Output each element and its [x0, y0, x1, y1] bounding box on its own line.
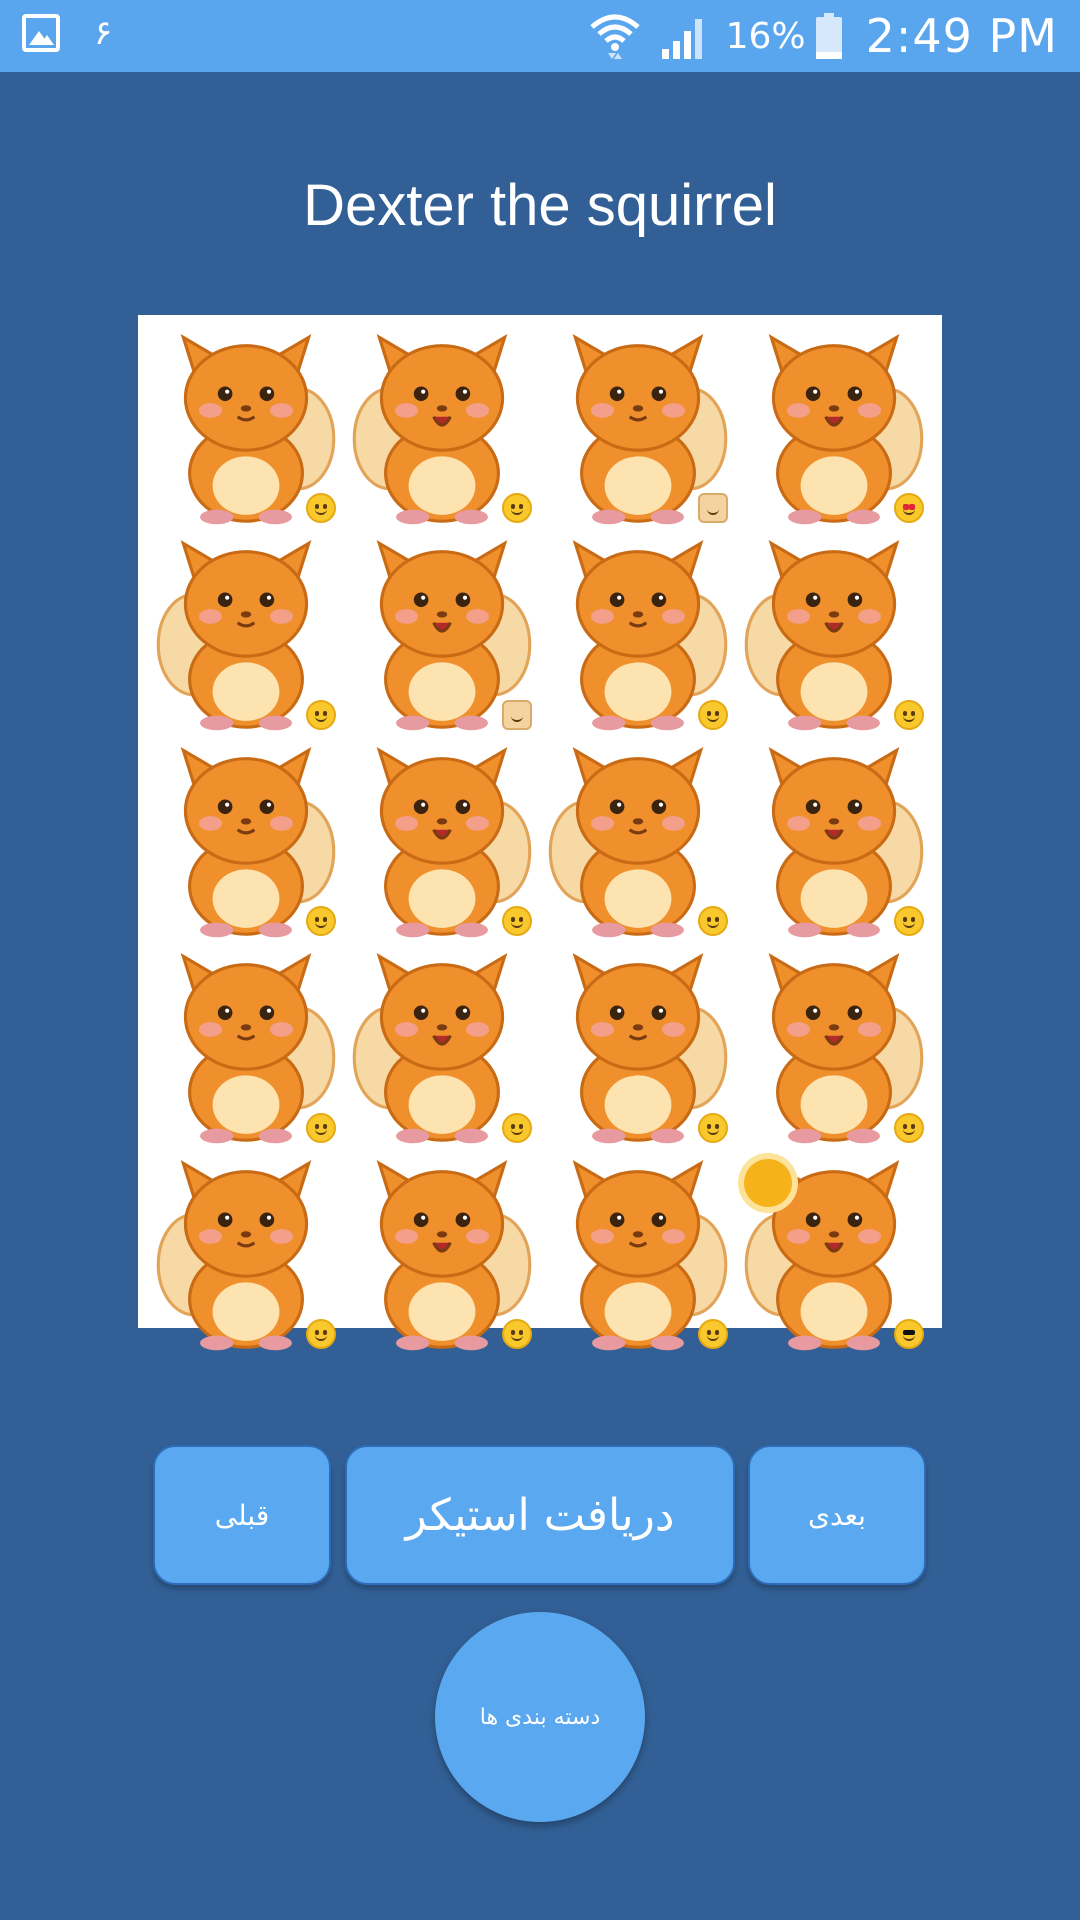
- relieved-emoji-icon: [894, 699, 924, 730]
- sticker-item: [544, 535, 732, 733]
- sticker-item: [544, 742, 732, 940]
- sticker-item: [348, 535, 536, 733]
- notification-text: ۶: [94, 13, 113, 53]
- sticker-item: [544, 948, 732, 1146]
- next-button[interactable]: بعدی: [748, 1445, 926, 1585]
- categories-button[interactable]: دسته بندی ها: [435, 1612, 645, 1822]
- unknown-emoji-icon: [306, 1112, 336, 1143]
- sticker-item: [740, 1155, 928, 1353]
- winking-tongue-emoji-icon: [306, 699, 336, 730]
- signal-icon: [661, 19, 702, 59]
- sticker-item: [740, 742, 928, 940]
- flushed-emoji-icon: [306, 1319, 336, 1350]
- sticker-item: [152, 1155, 340, 1353]
- sun-icon: [744, 1158, 792, 1207]
- sticker-item: [152, 948, 340, 1146]
- clock: 2:49 PM: [865, 9, 1058, 63]
- sticker-item: [348, 1155, 536, 1353]
- battery-icon: [815, 13, 842, 59]
- angry-emoji-icon: [698, 1319, 728, 1350]
- sticker-item: [152, 742, 340, 940]
- sticker-item: [348, 948, 536, 1146]
- steam-emoji-icon: [502, 1112, 532, 1143]
- previous-button[interactable]: قبلی: [153, 1445, 331, 1585]
- sticker-item: [152, 535, 340, 733]
- wifi-icon: [589, 14, 640, 59]
- sticker-item: [348, 329, 536, 527]
- sticker-item: [740, 535, 928, 733]
- sticker-item: [544, 329, 732, 527]
- smirk-emoji-icon: [502, 1319, 532, 1350]
- page-title: Dexter the squirrel: [303, 173, 777, 238]
- expressionless-emoji-icon: [894, 1112, 924, 1143]
- thumbs-up-emoji-icon: [502, 699, 532, 730]
- sticker-pack-preview: [138, 315, 942, 1351]
- sticker-item: [152, 329, 340, 527]
- battery-percent: 16%: [725, 15, 806, 57]
- status-bar: ۶ 16% 2:49 PM: [0, 0, 1080, 72]
- gallery-icon: [22, 14, 60, 52]
- victory-hand-emoji-icon: [698, 493, 728, 524]
- get-sticker-button[interactable]: دریافت استیکر: [345, 1445, 735, 1585]
- unknown-emoji-icon: [698, 1112, 728, 1143]
- sticker-item: [348, 742, 536, 940]
- sticker-item: [740, 329, 928, 527]
- sticker-item: [740, 948, 928, 1146]
- sunglasses-emoji-icon: [894, 1319, 924, 1350]
- relieved-emoji-icon: [698, 699, 728, 730]
- sticker-item: [544, 1155, 732, 1353]
